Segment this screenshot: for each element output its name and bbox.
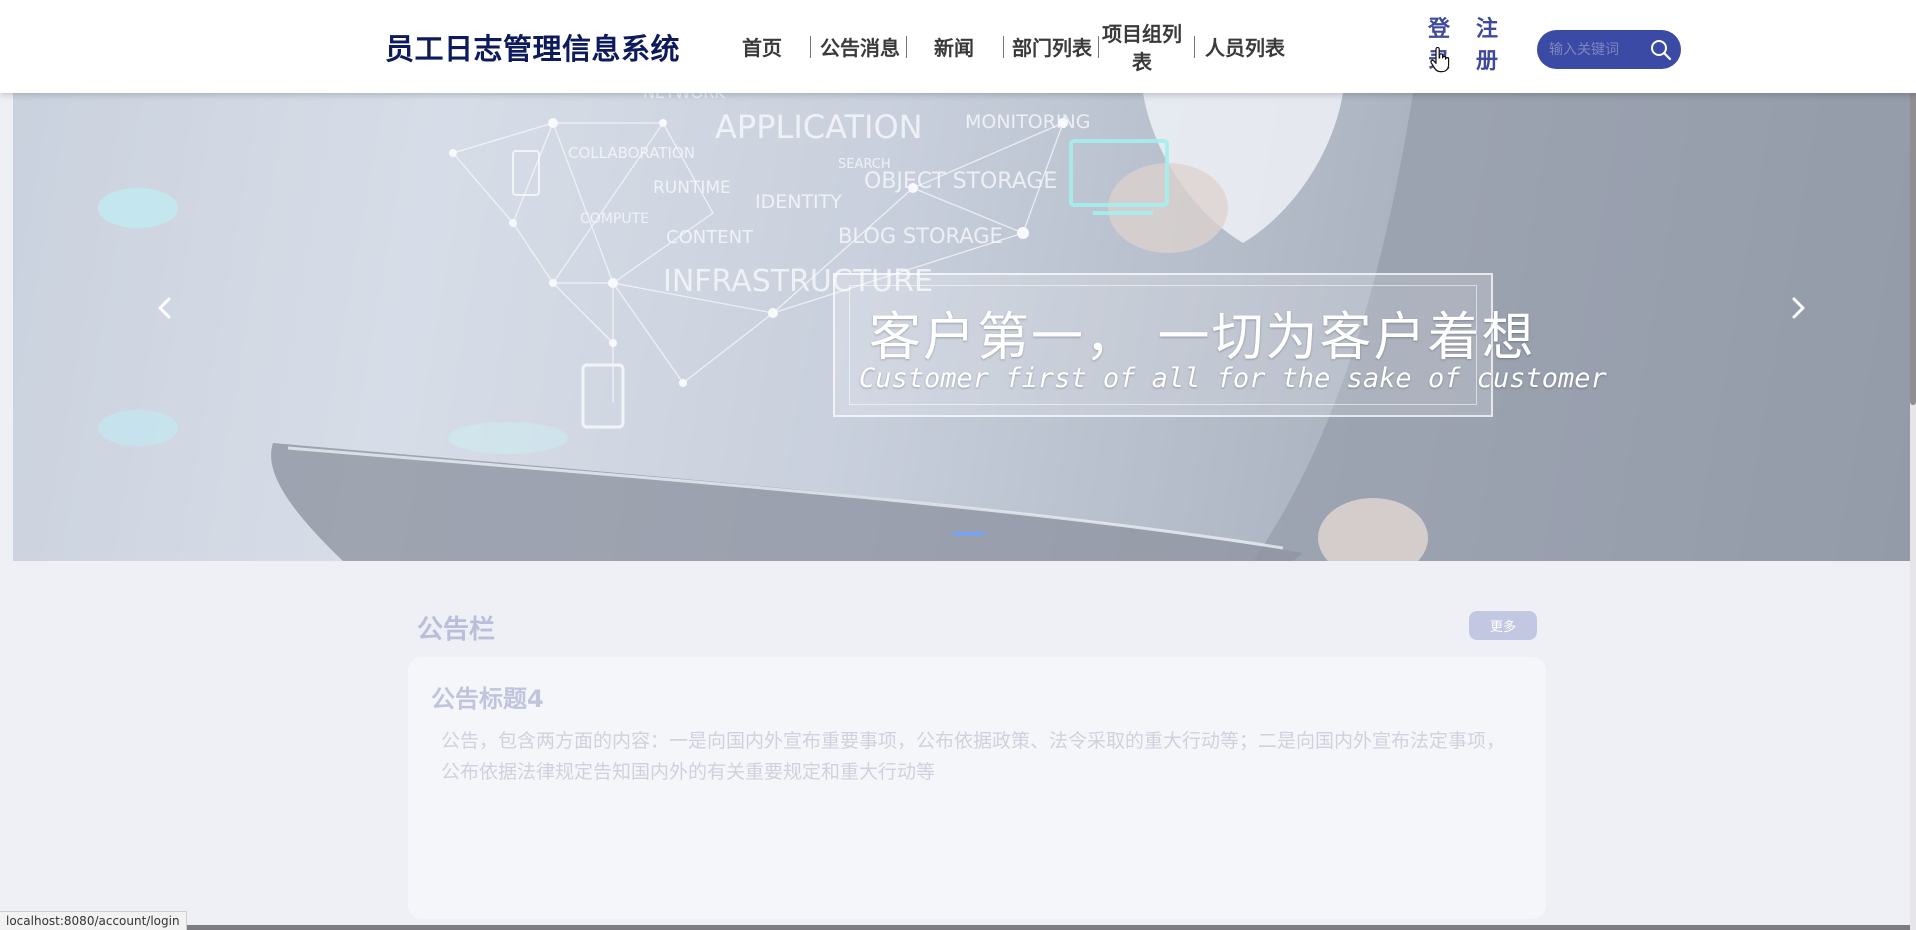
top-header: 员工日志管理信息系统 首页 公告消息 新闻 部门列表 项目组列表 人员列表 登录… <box>0 0 1916 93</box>
nav-item-departments[interactable]: 部门列表 <box>1010 18 1094 78</box>
notice-card[interactable]: 公告标题4 公告，包含两方面的内容：一是向国内外宣布重要事项，公布依据政策、法令… <box>408 657 1546 919</box>
nav-item-home[interactable]: 首页 <box>736 18 788 78</box>
notice-card-title[interactable]: 公告标题4 <box>431 679 544 714</box>
nav-divider <box>1098 36 1099 58</box>
hero-banner: NETWORK APPLICATION MONITORING COLLABORA… <box>13 93 1910 561</box>
site-logo[interactable]: 员工日志管理信息系统 <box>385 26 680 68</box>
nav-item-announcements[interactable]: 公告消息 <box>818 18 902 78</box>
search-box <box>1537 30 1681 69</box>
chevron-right-icon[interactable] <box>1783 293 1813 323</box>
search-icon[interactable] <box>1649 38 1673 62</box>
notice-section-title: 公告栏 <box>417 615 496 645</box>
nav-divider <box>906 36 907 58</box>
slogan-english: Customer first of all for the sake of cu… <box>859 363 1607 394</box>
notice-card-text: 公告，包含两方面的内容：一是向国内外宣布重要事项，公布依据政策、法令采取的重大行… <box>441 730 1506 783</box>
nav-divider <box>1194 36 1195 58</box>
search-input[interactable] <box>1549 38 1645 62</box>
slogan-frame: 客户第一， 一切为客户着想 Customer first of all for … <box>833 273 1607 417</box>
nav-item-project-groups[interactable]: 项目组列表 <box>1100 18 1184 78</box>
nav-divider <box>810 36 811 58</box>
slogan-chinese: 客户第一， 一切为客户着想 <box>869 308 1536 368</box>
hand-cursor-icon <box>1430 47 1450 73</box>
register-link[interactable]: 注册 <box>1474 14 1500 78</box>
status-bar-url: localhost:8080/account/login <box>0 911 187 930</box>
nav-item-personnel[interactable]: 人员列表 <box>1203 18 1287 78</box>
nav-divider <box>1003 36 1004 58</box>
chevron-left-icon[interactable] <box>150 293 180 323</box>
more-button[interactable]: 更多 <box>1469 611 1537 640</box>
nav-item-news[interactable]: 新闻 <box>932 18 976 78</box>
horizontal-scrollbar[interactable] <box>0 925 1910 930</box>
carousel-indicator[interactable] <box>953 532 985 535</box>
main-nav: 首页 公告消息 新闻 部门列表 项目组列表 人员列表 <box>736 18 1296 78</box>
